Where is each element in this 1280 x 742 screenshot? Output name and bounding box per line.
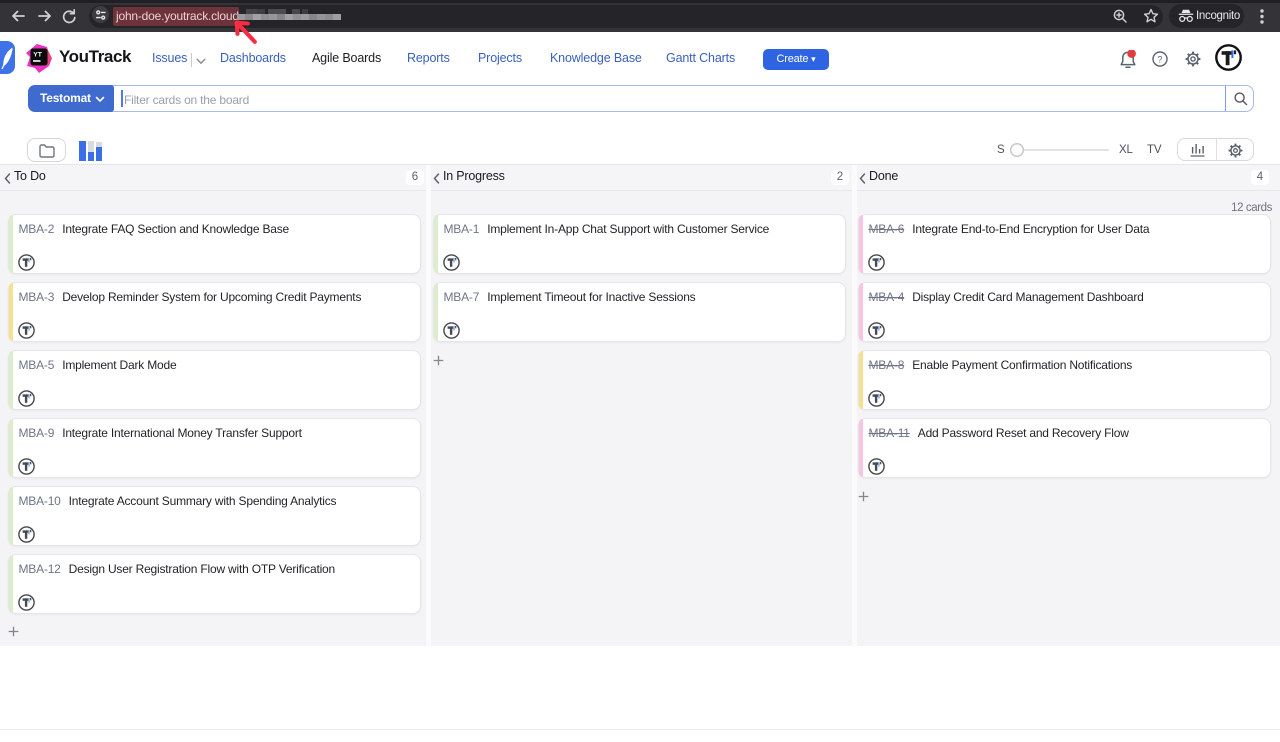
svg-text:?: ? <box>1157 54 1162 64</box>
svg-text:YT: YT <box>33 51 43 58</box>
